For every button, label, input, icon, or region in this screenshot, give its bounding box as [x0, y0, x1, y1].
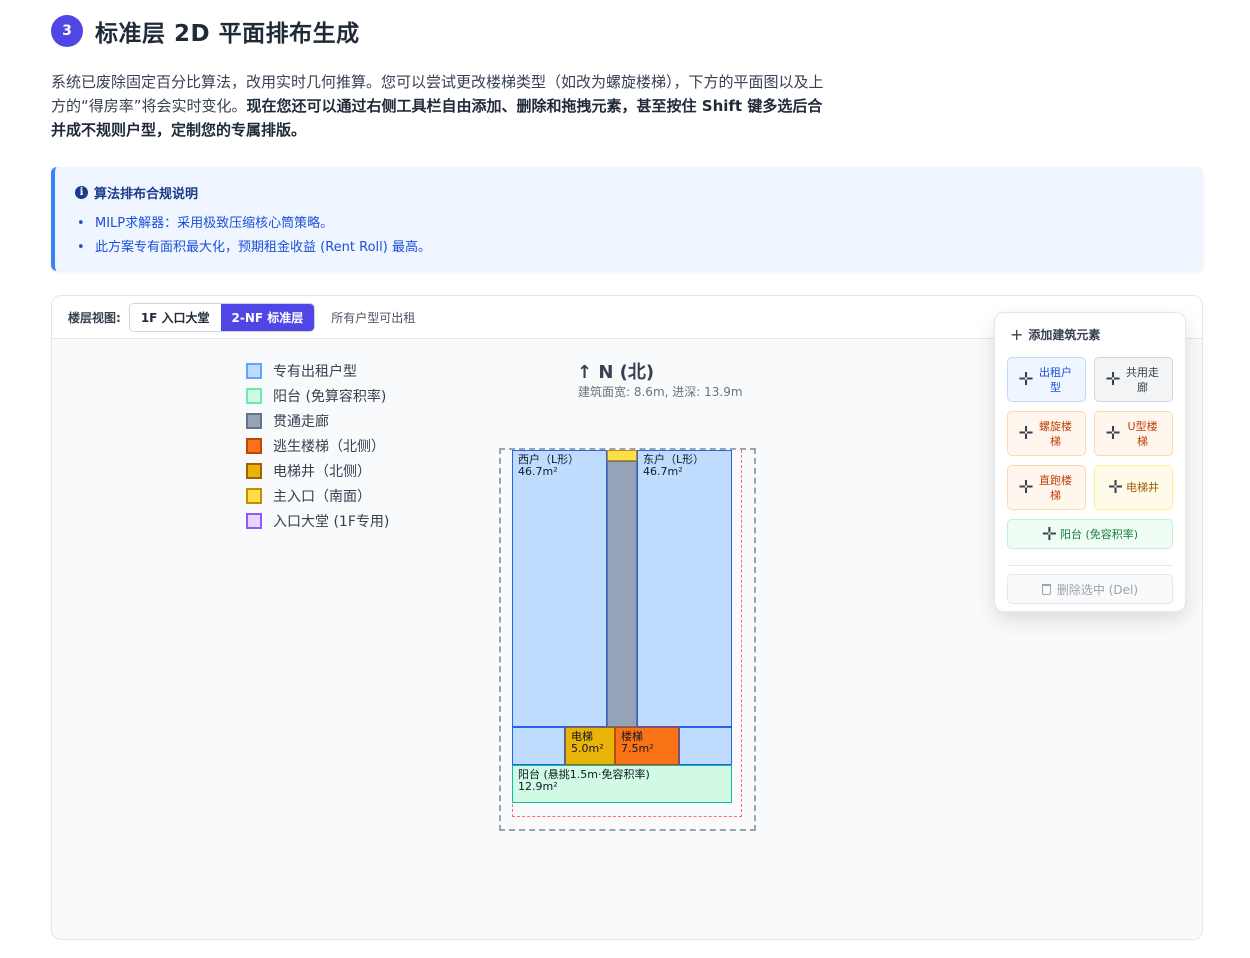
north-indicator: ↑ N (北) — [577, 362, 655, 383]
legend-swatch — [246, 412, 262, 429]
escape-stair[interactable]: 楼梯 7.5m² — [615, 727, 679, 765]
button-label: 出租户型 — [1039, 365, 1073, 394]
info-title-text: 算法排布合规说明 — [94, 187, 199, 202]
east-unit-ext[interactable] — [679, 727, 732, 765]
element-palette: + 添加建筑元素 ✛ 出租户型 ✛ 共用走廊 ✛ 螺旋楼梯 ✛ U型楼梯 ✛ 直跑楼梯 ✛… — [994, 312, 1186, 612]
add-corridor-button[interactable]: ✛ 共用走廊 — [1094, 357, 1173, 402]
legend-item: 入口大堂 (1F专用) — [246, 508, 389, 533]
add-u-stair-button[interactable]: ✛ U型楼梯 — [1094, 411, 1173, 456]
legend-label: 专有出租户型 — [273, 363, 357, 380]
button-label: 直跑楼梯 — [1039, 473, 1073, 502]
balcony-area: 12.9m² — [518, 780, 558, 793]
west-unit[interactable]: 西户（L形） 46.7m² — [512, 450, 607, 727]
legend-swatch — [246, 512, 262, 529]
legend-item: 主入口（南面） — [246, 483, 389, 508]
intro-text: 系统已废除固定百分比算法，改用实时几何推算。您可以尝试更改楼梯类型（如改为螺旋楼… — [51, 70, 826, 142]
move-icon: ✛ — [1105, 423, 1121, 444]
trash-icon — [1041, 583, 1051, 595]
move-icon: ✛ — [1018, 477, 1034, 498]
info-title: i 算法排布合规说明 — [75, 183, 1183, 202]
info-item: 此方案专有面积最大化，预期租金收益 (Rent Roll) 最高。 — [75, 236, 1183, 260]
balcony[interactable]: 阳台 (悬挑1.5m·免容积率) 12.9m² — [512, 765, 732, 803]
button-label: 螺旋楼梯 — [1039, 419, 1073, 448]
palette-grid: ✛ 出租户型 ✛ 共用走廊 ✛ 螺旋楼梯 ✛ U型楼梯 ✛ 直跑楼梯 ✛ 电梯井 ✛ 阳台 (… — [1007, 357, 1173, 549]
legend-label: 逃生楼梯（北侧） — [273, 438, 385, 455]
unit-area: 46.7m² — [643, 465, 683, 478]
delete-selected-button[interactable]: 删除选中 (Del) — [1007, 574, 1173, 604]
corridor[interactable] — [607, 461, 637, 727]
info-circle-icon: i — [75, 186, 88, 199]
legend-label: 主入口（南面） — [273, 488, 371, 505]
legend-swatch — [246, 387, 262, 404]
legend-item: 阳台 (免算容积率) — [246, 383, 389, 408]
legend-swatch — [246, 437, 262, 454]
step-header: 3 标准层 2D 平面排布生成 — [51, 14, 360, 48]
info-box: i 算法排布合规说明 MILP求解器：采用极致压缩核心筒策略。 此方案专有面积最… — [51, 167, 1203, 271]
main-entrance[interactable] — [607, 450, 637, 461]
palette-title: + 添加建筑元素 — [1010, 325, 1173, 344]
info-item: MILP求解器：采用极致压缩核心筒策略。 — [75, 212, 1183, 236]
add-elevator-button[interactable]: ✛ 电梯井 — [1094, 465, 1173, 510]
unit-area: 46.7m² — [518, 465, 558, 478]
move-icon: ✛ — [1041, 523, 1057, 545]
tab-1f-lobby[interactable]: 1F 入口大堂 — [129, 303, 221, 331]
rentable-note: 所有户型可出租 — [331, 310, 416, 325]
stair-area: 7.5m² — [621, 742, 654, 755]
legend-item: 贯通走廊 — [246, 408, 389, 433]
legend-label: 阳台 (免算容积率) — [273, 388, 387, 405]
button-label: U型楼梯 — [1127, 419, 1158, 448]
add-straight-stair-button[interactable]: ✛ 直跑楼梯 — [1007, 465, 1086, 510]
tab-standard-floor[interactable]: 2-NF 标准层 — [220, 303, 315, 331]
legend-swatch — [246, 487, 262, 504]
button-label: 共用走廊 — [1126, 365, 1160, 394]
elevator-shaft[interactable]: 电梯 5.0m² — [565, 727, 615, 765]
step-number-badge: 3 — [51, 15, 83, 47]
legend: 专有出租户型阳台 (免算容积率) 贯通走廊逃生楼梯（北侧） 电梯井（北侧） 主入口（南… — [246, 358, 389, 533]
floor-tabs: 1F 入口大堂 2-NF 标准层 — [128, 302, 316, 332]
delete-label: 删除选中 (Del) — [1056, 582, 1139, 597]
add-unit-button[interactable]: ✛ 出租户型 — [1007, 357, 1086, 402]
button-label: 阳台 (免容积率) — [1060, 527, 1139, 541]
palette-title-text: 添加建筑元素 — [1028, 328, 1101, 342]
legend-item: 逃生楼梯（北侧） — [246, 433, 389, 458]
move-icon: ✛ — [1018, 423, 1034, 444]
move-icon: ✛ — [1105, 369, 1121, 390]
floor-plan: 西户（L形） 46.7m² 东户（L形） 46.7m² 电梯 5.0m² 楼梯 … — [499, 448, 757, 832]
legend-label: 电梯井（北侧） — [273, 463, 371, 480]
legend-swatch — [246, 462, 262, 479]
legend-label: 贯通走廊 — [273, 413, 329, 430]
move-icon: ✛ — [1107, 477, 1124, 498]
move-icon: ✛ — [1018, 369, 1034, 390]
elevator-area: 5.0m² — [571, 742, 604, 755]
legend-item: 电梯井（北侧） — [246, 458, 389, 483]
plus-icon: + — [1010, 325, 1024, 344]
step-title: 标准层 2D 平面排布生成 — [95, 21, 360, 47]
legend-swatch — [246, 362, 262, 379]
info-list: MILP求解器：采用极致压缩核心筒策略。 此方案专有面积最大化，预期租金收益 (… — [75, 212, 1183, 260]
add-balcony-button[interactable]: ✛ 阳台 (免容积率) — [1007, 519, 1173, 549]
legend-item: 专有出租户型 — [246, 358, 389, 383]
legend-label: 入口大堂 (1F专用) — [273, 513, 390, 530]
add-spiral-stair-button[interactable]: ✛ 螺旋楼梯 — [1007, 411, 1086, 456]
button-label: 电梯井 — [1126, 481, 1160, 494]
building-dimensions: 建筑面宽: 8.6m, 进深: 13.9m — [578, 385, 743, 399]
east-unit[interactable]: 东户（L形） 46.7m² — [637, 450, 732, 727]
palette-divider — [1007, 565, 1173, 566]
floor-view-label: 楼层视图: — [68, 310, 121, 325]
west-unit-ext[interactable] — [512, 727, 565, 765]
